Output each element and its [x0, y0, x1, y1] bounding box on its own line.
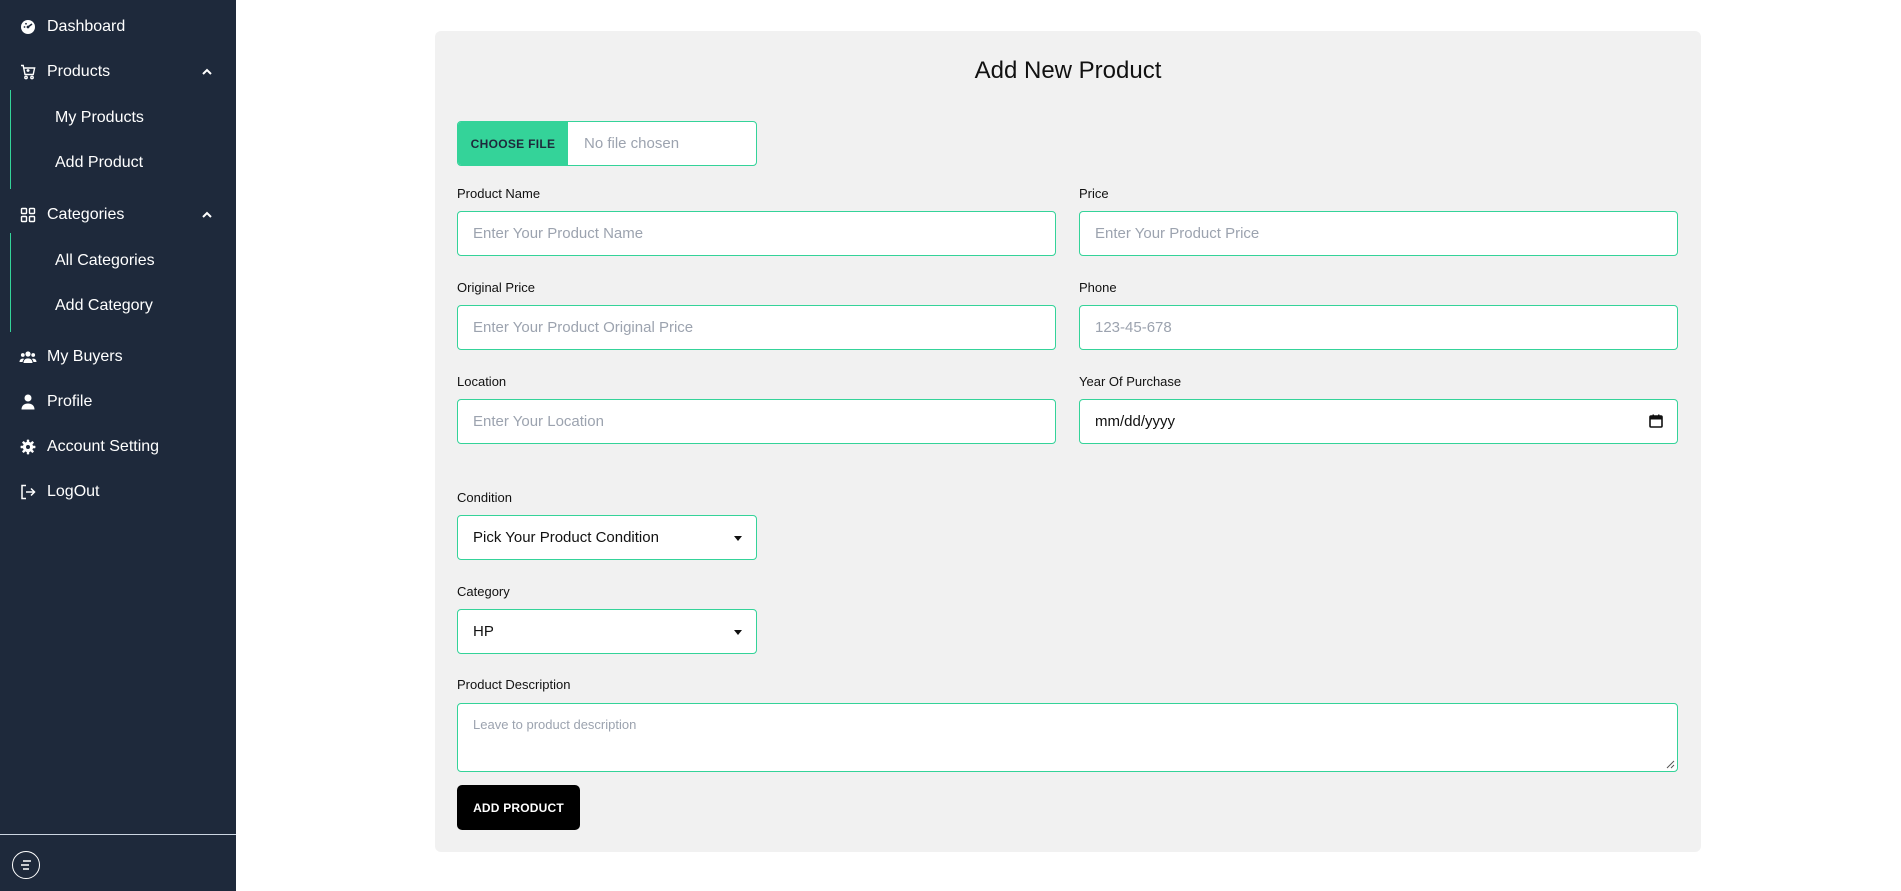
sidebar-item-my-buyers[interactable]: My Buyers — [0, 339, 236, 375]
sidebar-footer — [0, 834, 236, 891]
product-name-label: Product Name — [457, 186, 541, 201]
menu-collapse-icon[interactable] — [12, 851, 40, 879]
sidebar-item-label: Account Setting — [47, 438, 160, 455]
original-price-label: Original Price — [457, 280, 536, 295]
original-price-input[interactable] — [457, 305, 1056, 350]
grid-icon — [19, 206, 37, 224]
sidebar-item-profile[interactable]: Profile — [0, 384, 236, 420]
category-label: Category — [457, 584, 510, 599]
products-submenu: My Products Add Product — [10, 90, 236, 189]
choose-file-button[interactable]: CHOOSE FILE — [458, 122, 568, 165]
sidebar-item-label: Profile — [47, 393, 93, 410]
price-label: Price — [1079, 186, 1109, 201]
category-selected: HP — [473, 623, 494, 640]
resize-grip-icon[interactable] — [1666, 760, 1675, 769]
caret-down-icon — [734, 536, 742, 541]
logout-icon — [19, 483, 37, 501]
product-description-label: Product Description — [457, 677, 571, 692]
caret-down-icon — [734, 630, 742, 635]
sidebar-item-dashboard[interactable]: Dashboard — [0, 9, 236, 45]
phone-input[interactable] — [1079, 305, 1678, 350]
add-product-button[interactable]: ADD PRODUCT — [457, 785, 580, 830]
categories-submenu: All Categories Add Category — [10, 233, 236, 332]
condition-select[interactable]: Pick Your Product Condition — [457, 515, 757, 560]
gear-icon — [19, 438, 37, 456]
sidebar-item-label: Dashboard — [47, 18, 126, 35]
sidebar-item-categories[interactable]: Categories — [0, 197, 236, 233]
sidebar-subitem-my-products[interactable]: My Products — [55, 109, 144, 127]
category-select[interactable]: HP — [457, 609, 757, 654]
product-name-input[interactable] — [457, 211, 1056, 256]
sidebar-item-label: My Buyers — [47, 348, 123, 365]
sidebar-item-label: Products — [47, 63, 111, 80]
product-description-textarea[interactable] — [457, 703, 1678, 772]
sidebar: Dashboard Products My Products Add Produ… — [0, 0, 236, 891]
sidebar-item-label: LogOut — [47, 483, 100, 500]
calendar-icon[interactable] — [1649, 414, 1663, 428]
sidebar-item-products[interactable]: Products — [0, 54, 236, 90]
dashboard-icon — [19, 18, 37, 36]
users-icon — [19, 348, 37, 366]
sidebar-item-account-setting[interactable]: Account Setting — [0, 429, 236, 465]
sidebar-subitem-add-category[interactable]: Add Category — [55, 297, 153, 315]
sidebar-subitem-all-categories[interactable]: All Categories — [55, 252, 155, 270]
page-title: Add New Product — [974, 57, 1162, 84]
condition-selected: Pick Your Product Condition — [473, 529, 659, 546]
location-label: Location — [457, 374, 507, 389]
file-status: No file chosen — [584, 135, 680, 152]
phone-label: Phone — [1079, 280, 1117, 295]
user-icon — [19, 393, 37, 411]
year-of-purchase-input[interactable]: mm/dd/yyyy — [1079, 399, 1678, 444]
add-product-card: Add New Product CHOOSE FILE No file chos… — [435, 31, 1701, 852]
price-input[interactable] — [1079, 211, 1678, 256]
date-value: mm/dd/yyyy — [1095, 413, 1176, 430]
year-of-purchase-label: Year Of Purchase — [1079, 374, 1182, 389]
sidebar-item-label: Categories — [47, 206, 125, 223]
file-upload[interactable]: CHOOSE FILE No file chosen — [457, 121, 757, 166]
cart-icon — [19, 63, 37, 81]
sidebar-item-logout[interactable]: LogOut — [0, 474, 236, 510]
location-input[interactable] — [457, 399, 1056, 444]
sidebar-subitem-add-product[interactable]: Add Product — [55, 154, 143, 172]
chevron-up-icon[interactable] — [200, 65, 214, 79]
condition-label: Condition — [457, 490, 512, 505]
chevron-up-icon[interactable] — [200, 208, 214, 222]
